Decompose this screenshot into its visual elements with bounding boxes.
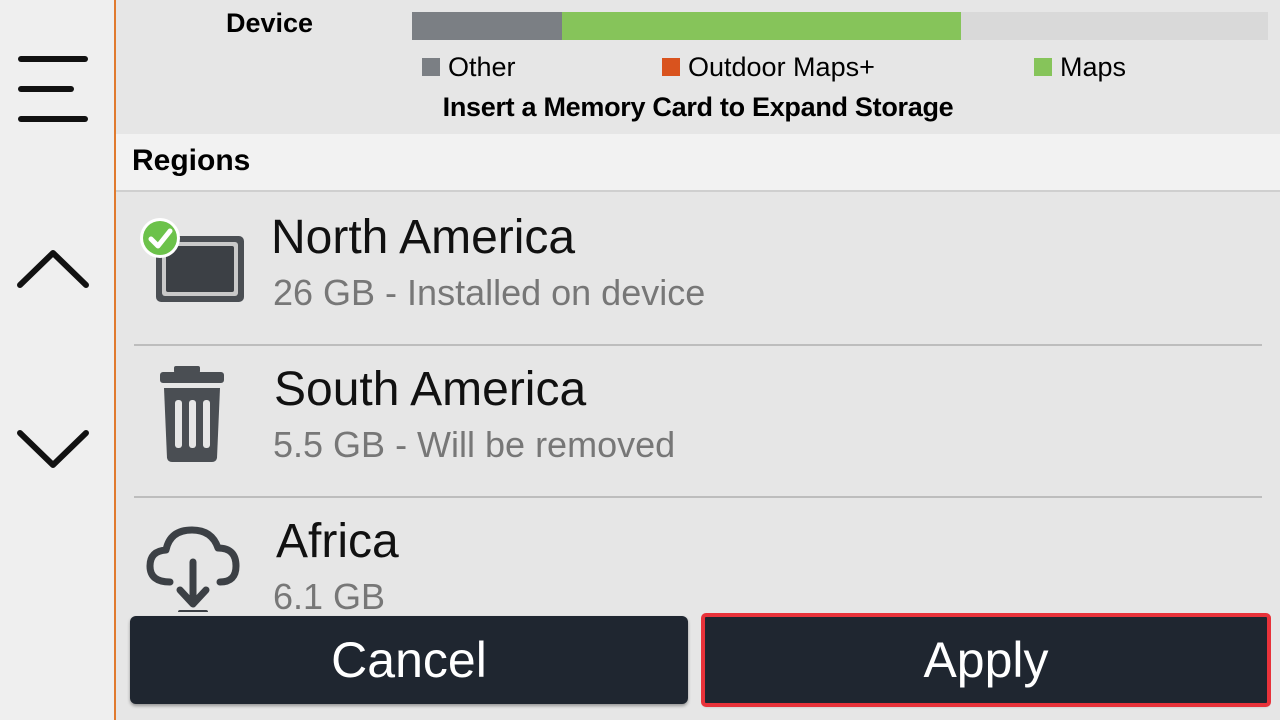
region-detail: 5.5 GB - Will be removed bbox=[273, 424, 676, 465]
storage-summary: Device Other Outdoor Maps+ Maps Insert a… bbox=[116, 0, 1280, 134]
region-name: South America bbox=[274, 363, 587, 416]
region-name: North America bbox=[271, 211, 576, 264]
legend-label-outdoor-maps: Outdoor Maps+ bbox=[688, 51, 875, 82]
insert-memory-card-message: Insert a Memory Card to Expand Storage bbox=[442, 92, 954, 122]
region-list[interactable]: North America 26 GB - Installed on devic… bbox=[116, 194, 1280, 612]
legend-label-other: Other bbox=[448, 51, 516, 82]
legend-swatch-maps bbox=[1034, 58, 1052, 76]
device-label: Device bbox=[226, 8, 314, 38]
legend-label-maps: Maps bbox=[1060, 51, 1127, 82]
region-row-south-america[interactable]: South America 5.5 GB - Will be removed bbox=[116, 346, 1280, 498]
storage-segment-other bbox=[412, 12, 562, 40]
region-row-north-america[interactable]: North America 26 GB - Installed on devic… bbox=[116, 194, 1280, 346]
cancel-button[interactable]: Cancel bbox=[130, 616, 688, 704]
scroll-down-button[interactable] bbox=[8, 404, 98, 494]
storage-usage-bar bbox=[412, 12, 1268, 40]
region-detail: 26 GB - Installed on device bbox=[273, 272, 706, 313]
legend-swatch-other bbox=[422, 58, 440, 76]
menu-button[interactable] bbox=[8, 44, 98, 134]
legend-item-other: Other bbox=[422, 52, 516, 82]
region-row-africa[interactable]: Africa 6.1 GB bbox=[116, 498, 1280, 612]
trash-icon bbox=[140, 366, 250, 476]
cloud-download-icon bbox=[140, 518, 250, 612]
action-bar: Cancel Apply bbox=[116, 612, 1280, 720]
legend-item-maps: Maps bbox=[1034, 52, 1126, 82]
region-name: Africa bbox=[276, 515, 399, 568]
scroll-up-button[interactable] bbox=[8, 224, 98, 314]
legend-item-outdoor-maps: Outdoor Maps+ bbox=[662, 52, 875, 82]
legend-swatch-outdoor-maps bbox=[662, 58, 680, 76]
chevron-down-icon bbox=[17, 430, 89, 468]
apply-button[interactable]: Apply bbox=[701, 613, 1271, 707]
left-nav-rail bbox=[0, 0, 116, 720]
hamburger-menu-icon bbox=[18, 56, 88, 122]
chevron-up-icon bbox=[17, 250, 89, 288]
storage-segment-maps bbox=[561, 12, 961, 40]
main-content: Device Other Outdoor Maps+ Maps Insert a… bbox=[116, 0, 1280, 720]
region-detail: 6.1 GB bbox=[273, 576, 386, 612]
regions-header-label: Regions bbox=[132, 144, 251, 177]
device-installed-icon bbox=[140, 214, 250, 324]
regions-header: Regions bbox=[116, 134, 1280, 192]
